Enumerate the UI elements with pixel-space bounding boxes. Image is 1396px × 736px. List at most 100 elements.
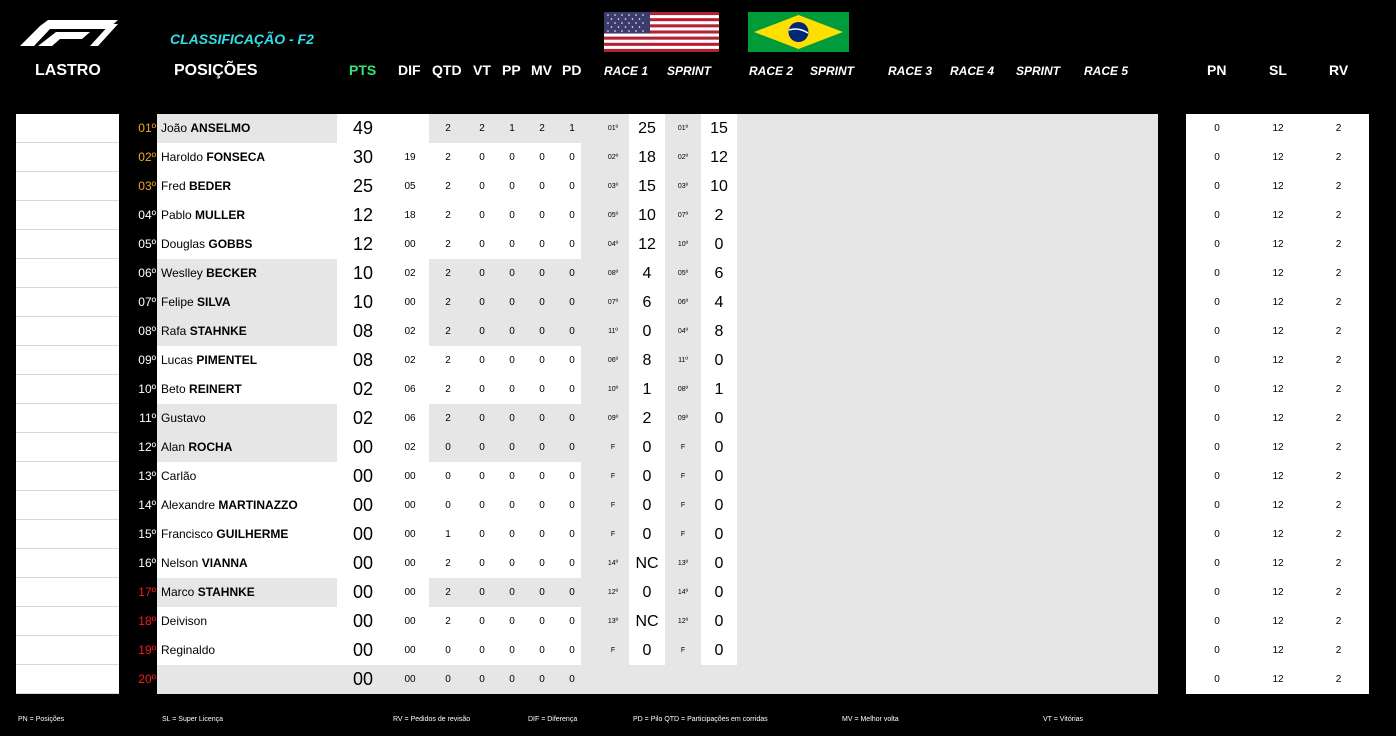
sl-value: 12	[1272, 558, 1284, 569]
race1-position: 06º	[607, 357, 619, 364]
vt-value: 0	[479, 558, 485, 569]
pn-value: 0	[1214, 587, 1220, 598]
sprint1-points: 12	[710, 149, 728, 166]
position-label: 13º	[138, 469, 156, 483]
mv-value: 0	[539, 326, 545, 337]
sl-value: 12	[1272, 268, 1284, 279]
usa-flag	[604, 12, 719, 52]
header-race3: RACE 3	[888, 64, 933, 78]
race1-position	[595, 665, 631, 694]
row-shade	[737, 404, 1158, 433]
pd-value: 0	[569, 616, 575, 627]
mv-value: 2	[539, 123, 545, 134]
race1-points: 4	[642, 265, 652, 282]
row-shade	[737, 201, 1158, 230]
pd-value: 0	[569, 355, 575, 366]
sprint1-position: 13º	[677, 560, 689, 567]
table-row: Pablo MULLER 12 18 2 0 0 0 0 05º 10 07º 2	[157, 201, 1158, 230]
row-shade	[737, 636, 1158, 665]
sprint1-position: 12º	[677, 618, 689, 625]
sl-value: 12	[1272, 181, 1284, 192]
row-shade	[737, 491, 1158, 520]
mv-value: 0	[539, 645, 545, 656]
pd-value: 0	[569, 326, 575, 337]
mv-value: 0	[539, 355, 545, 366]
table-row: Haroldo FONSECA 30 19 2 0 0 0 0 02º 18 02º 12	[157, 143, 1158, 172]
vt-value: 2	[479, 123, 485, 134]
race1-points	[629, 665, 665, 694]
vt-value: 0	[479, 384, 485, 395]
table-row: Reginaldo 00 00 0 0 0 0 0 F 0 F 0	[157, 636, 1158, 665]
sprint1-points: 0	[714, 468, 724, 485]
rv-value: 2	[1335, 123, 1342, 134]
position-label: 09º	[138, 353, 156, 367]
sprint1-position: F	[680, 502, 686, 509]
position-label: 03º	[138, 179, 156, 193]
header-mv: MV	[531, 62, 552, 78]
points-value: 00	[352, 495, 374, 515]
pd-value: 0	[569, 674, 575, 685]
row-shade	[737, 172, 1158, 201]
race1-position: 05º	[607, 212, 619, 219]
pn-value: 0	[1214, 471, 1220, 482]
pp-value: 0	[509, 384, 515, 395]
pd-value: 0	[569, 645, 575, 656]
race1-position: 12º	[607, 589, 619, 596]
sl-value: 12	[1272, 413, 1284, 424]
sl-value: 12	[1272, 674, 1284, 685]
mv-value: 0	[539, 558, 545, 569]
header-race4: RACE 4	[950, 64, 995, 78]
rv-value: 2	[1335, 442, 1342, 453]
race1-points: 12	[638, 236, 656, 253]
mv-value: 0	[539, 500, 545, 511]
lastro-cell	[16, 259, 119, 288]
sl-value: 12	[1272, 123, 1284, 134]
mv-value: 0	[539, 268, 545, 279]
pn-value: 0	[1214, 645, 1220, 656]
pn-value: 0	[1214, 442, 1220, 453]
race1-points: 8	[642, 352, 652, 369]
position-label: 18º	[138, 614, 156, 628]
qtd-value: 0	[445, 645, 451, 656]
race1-points: 0	[642, 497, 652, 514]
pd-value: 0	[569, 384, 575, 395]
sl-value: 12	[1272, 210, 1284, 221]
sl-value: 12	[1272, 239, 1284, 250]
qtd-value: 2	[445, 558, 451, 569]
race1-position: 13º	[607, 618, 619, 625]
position-label: 04º	[138, 208, 156, 222]
driver-name: Douglas GOBBS	[161, 237, 253, 251]
pp-value: 0	[509, 442, 515, 453]
sprint1-position: F	[680, 531, 686, 538]
qtd-value: 2	[445, 297, 451, 308]
lastro-cell	[16, 636, 119, 665]
pn-value: 0	[1214, 181, 1220, 192]
points-value: 12	[352, 234, 374, 254]
rv-value: 2	[1335, 239, 1342, 250]
points-value: 00	[352, 669, 374, 689]
table-row: Marco STAHNKE 00 00 2 0 0 0 0 12º 0 14º 0	[157, 578, 1158, 607]
position-label: 06º	[138, 266, 156, 280]
table-row: Carlão 00 00 0 0 0 0 0 F 0 F 0	[157, 462, 1158, 491]
vt-value: 0	[479, 500, 485, 511]
license-row: 0 12 2	[1186, 433, 1369, 462]
sprint1-position: F	[680, 444, 686, 451]
race1-points: 25	[638, 120, 656, 137]
sprint1-points: 0	[714, 439, 724, 456]
table-row: Weslley BECKER 10 02 2 0 0 0 0 08º 4 05º 6	[157, 259, 1158, 288]
qtd-value: 0	[445, 471, 451, 482]
qtd-value: 0	[445, 674, 451, 685]
driver-name: Gustavo	[161, 411, 206, 425]
mv-value: 0	[539, 471, 545, 482]
vt-value: 0	[479, 442, 485, 453]
footer-legend-pd-qtd: PD = Pilo QTD = Participações em corrida…	[633, 716, 768, 723]
race1-points: 15	[638, 178, 656, 195]
vt-value: 0	[479, 268, 485, 279]
rv-value: 2	[1335, 500, 1342, 511]
position-label: 07º	[138, 295, 156, 309]
header-race1: RACE 1	[604, 64, 649, 78]
lastro-cell	[16, 201, 119, 230]
sl-value: 12	[1272, 355, 1284, 366]
dif-value: 19	[404, 152, 416, 163]
table-row: Beto REINERT 02 06 2 0 0 0 0 10º 1 08º 1	[157, 375, 1158, 404]
